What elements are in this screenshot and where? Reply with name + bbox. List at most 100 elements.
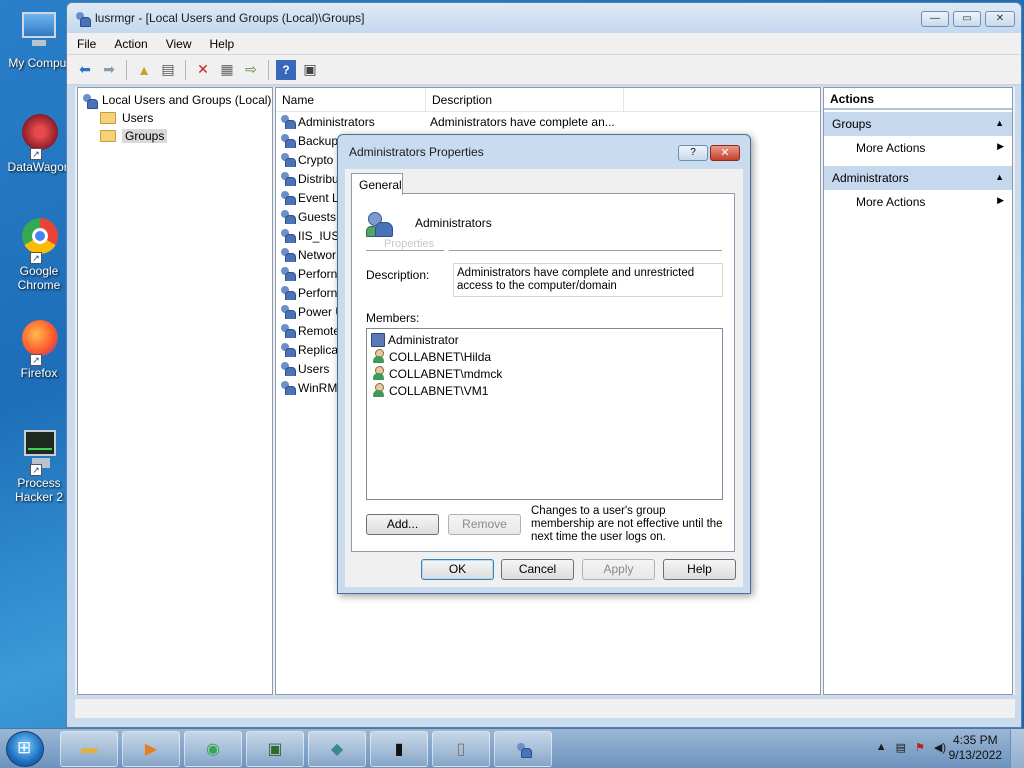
tree-root[interactable]: Local Users and Groups (Local) xyxy=(78,91,272,109)
row-name: Backup xyxy=(298,133,339,148)
back-icon[interactable]: ⬅ xyxy=(75,60,95,80)
user-icon xyxy=(371,366,386,381)
row-name: Perforn xyxy=(298,285,338,300)
menu-view[interactable]: View xyxy=(166,37,192,51)
taskbar-printer[interactable]: ▯ xyxy=(432,731,490,767)
taskbar-cmd[interactable]: ▮ xyxy=(370,731,428,767)
actions-section-groups[interactable]: Groups ▲ xyxy=(824,112,1012,136)
help-icon[interactable]: ? xyxy=(276,59,296,80)
delete-icon[interactable]: ✕ xyxy=(193,60,213,80)
apply-button[interactable]: Apply xyxy=(582,559,655,580)
folder-icon xyxy=(100,130,116,142)
show-hide-tree-icon[interactable]: ▤ xyxy=(158,60,178,80)
group-icon xyxy=(280,342,296,357)
member-item[interactable]: COLLABNET\Hilda xyxy=(371,348,718,365)
add-button[interactable]: Add... xyxy=(366,514,439,535)
row-name: Networ xyxy=(298,247,337,262)
dialog-body: General Administrators Properties Descri… xyxy=(345,169,743,587)
local-users-groups-icon xyxy=(82,93,98,109)
menu-file[interactable]: File xyxy=(77,37,96,51)
ok-button[interactable]: OK xyxy=(421,559,494,580)
taskbar-task-manager[interactable]: ▣ xyxy=(246,731,304,767)
firefox-icon: ↗ xyxy=(16,318,62,366)
members-list[interactable]: Administrator COLLABNET\Hilda COLLABNET\md… xyxy=(366,328,723,500)
app-icon xyxy=(75,11,91,27)
tree-item-groups[interactable]: Groups xyxy=(78,127,272,145)
group-icon xyxy=(280,361,296,376)
system-tray: ▲ ▤ ⚑ ◀) xyxy=(876,741,946,754)
taskbar-media-player[interactable]: ▶ xyxy=(122,731,180,767)
dialog-help-button[interactable]: ? xyxy=(678,145,708,161)
member-name: COLLABNET\mdmck xyxy=(389,366,503,381)
menu-action[interactable]: Action xyxy=(114,37,147,51)
folder-icon xyxy=(100,112,116,124)
action-center-icon[interactable]: ⚑ xyxy=(915,741,925,754)
member-item[interactable]: Administrator xyxy=(371,331,718,348)
printer-icon: ▯ xyxy=(456,741,466,758)
maximize-button[interactable]: ▭ xyxy=(953,11,981,27)
membership-note: Changes to a user's group membership are… xyxy=(531,505,723,543)
group-icon xyxy=(280,380,296,395)
menu-help[interactable]: Help xyxy=(210,37,235,51)
group-icon xyxy=(280,190,296,205)
datawagon-icon: ↗ xyxy=(16,112,62,160)
clock[interactable]: 4:35 PM 9/13/2022 xyxy=(949,733,1002,763)
group-icon xyxy=(280,209,296,224)
export-list-icon[interactable]: ⇨ xyxy=(241,60,261,80)
taskbar-lusrmgr[interactable] xyxy=(494,731,552,767)
process-hacker-icon: ↗ xyxy=(16,428,62,476)
column-header-description[interactable]: Description xyxy=(426,88,624,111)
up-folder-icon[interactable]: ▲ xyxy=(134,60,154,80)
dialog-close-button[interactable]: ✕ xyxy=(710,145,740,161)
more-actions-administrators[interactable]: More Actions ▶ xyxy=(824,190,1012,214)
users-group-icon xyxy=(516,742,532,758)
remove-button[interactable]: Remove xyxy=(448,514,521,535)
tray-expand-icon[interactable]: ▲ xyxy=(876,741,887,754)
table-row[interactable]: Administrators Administrators have comple… xyxy=(276,112,820,131)
taskbar-package[interactable]: ◆ xyxy=(308,731,366,767)
computer-icon xyxy=(16,8,62,54)
member-item[interactable]: COLLABNET\mdmck xyxy=(371,365,718,382)
properties-icon[interactable]: ▦ xyxy=(217,60,237,80)
start-button[interactable] xyxy=(6,731,44,767)
actions-title: Actions xyxy=(824,88,1012,110)
taskbar-explorer[interactable]: ▬ xyxy=(60,731,118,767)
group-icon xyxy=(280,228,296,243)
group-icon xyxy=(280,114,296,129)
properties-dialog: Administrators Properties ? ✕ General Ad… xyxy=(337,134,751,594)
member-item[interactable]: COLLABNET\VM1 xyxy=(371,382,718,399)
network-icon[interactable]: ▤ xyxy=(896,741,906,754)
cancel-button[interactable]: Cancel xyxy=(501,559,574,580)
member-name: COLLABNET\Hilda xyxy=(389,349,492,364)
tab-general[interactable]: General xyxy=(351,173,403,195)
taskbar-chrome[interactable]: ◉ xyxy=(184,731,242,767)
forward-icon[interactable]: ➡ xyxy=(99,60,119,80)
close-button[interactable]: ✕ xyxy=(985,11,1015,27)
group-icon xyxy=(280,285,296,300)
show-desktop-button[interactable] xyxy=(1010,729,1024,768)
minimize-button[interactable]: — xyxy=(921,11,949,27)
help-button[interactable]: Help xyxy=(663,559,736,580)
section-label: Groups xyxy=(832,117,872,131)
package-icon: ◆ xyxy=(330,741,344,758)
chrome-icon: ◉ xyxy=(206,741,220,758)
show-action-pane-icon[interactable]: ▣ xyxy=(300,60,320,80)
divider xyxy=(366,250,722,251)
window-titlebar[interactable]: lusrmgr - [Local Users and Groups (Local… xyxy=(67,3,1021,33)
column-header-name[interactable]: Name xyxy=(276,88,426,111)
taskbar: ▬ ▶ ◉ ▣ ◆ ▮ ▯ ▲ ▤ ⚑ ◀) 4:35 PM 9/13/2022 xyxy=(0,728,1024,768)
row-name: Replica xyxy=(298,342,339,357)
description-field[interactable]: Administrators have complete and unrestr… xyxy=(453,263,723,297)
member-name: COLLABNET\VM1 xyxy=(389,383,489,398)
drag-ghost-label: Properties xyxy=(384,238,435,250)
actions-section-administrators[interactable]: Administrators ▲ xyxy=(824,166,1012,190)
group-icon xyxy=(280,304,296,319)
tree-item-users[interactable]: Users xyxy=(78,109,272,127)
volume-icon[interactable]: ◀) xyxy=(934,741,946,754)
tree-item-label: Users xyxy=(122,111,154,125)
status-bar xyxy=(75,698,1015,718)
tree-root-label: Local Users and Groups (Local) xyxy=(102,93,272,107)
tree-item-label: Groups xyxy=(122,129,168,143)
more-actions-groups[interactable]: More Actions ▶ xyxy=(824,136,1012,160)
row-name: Administrators xyxy=(298,114,375,129)
